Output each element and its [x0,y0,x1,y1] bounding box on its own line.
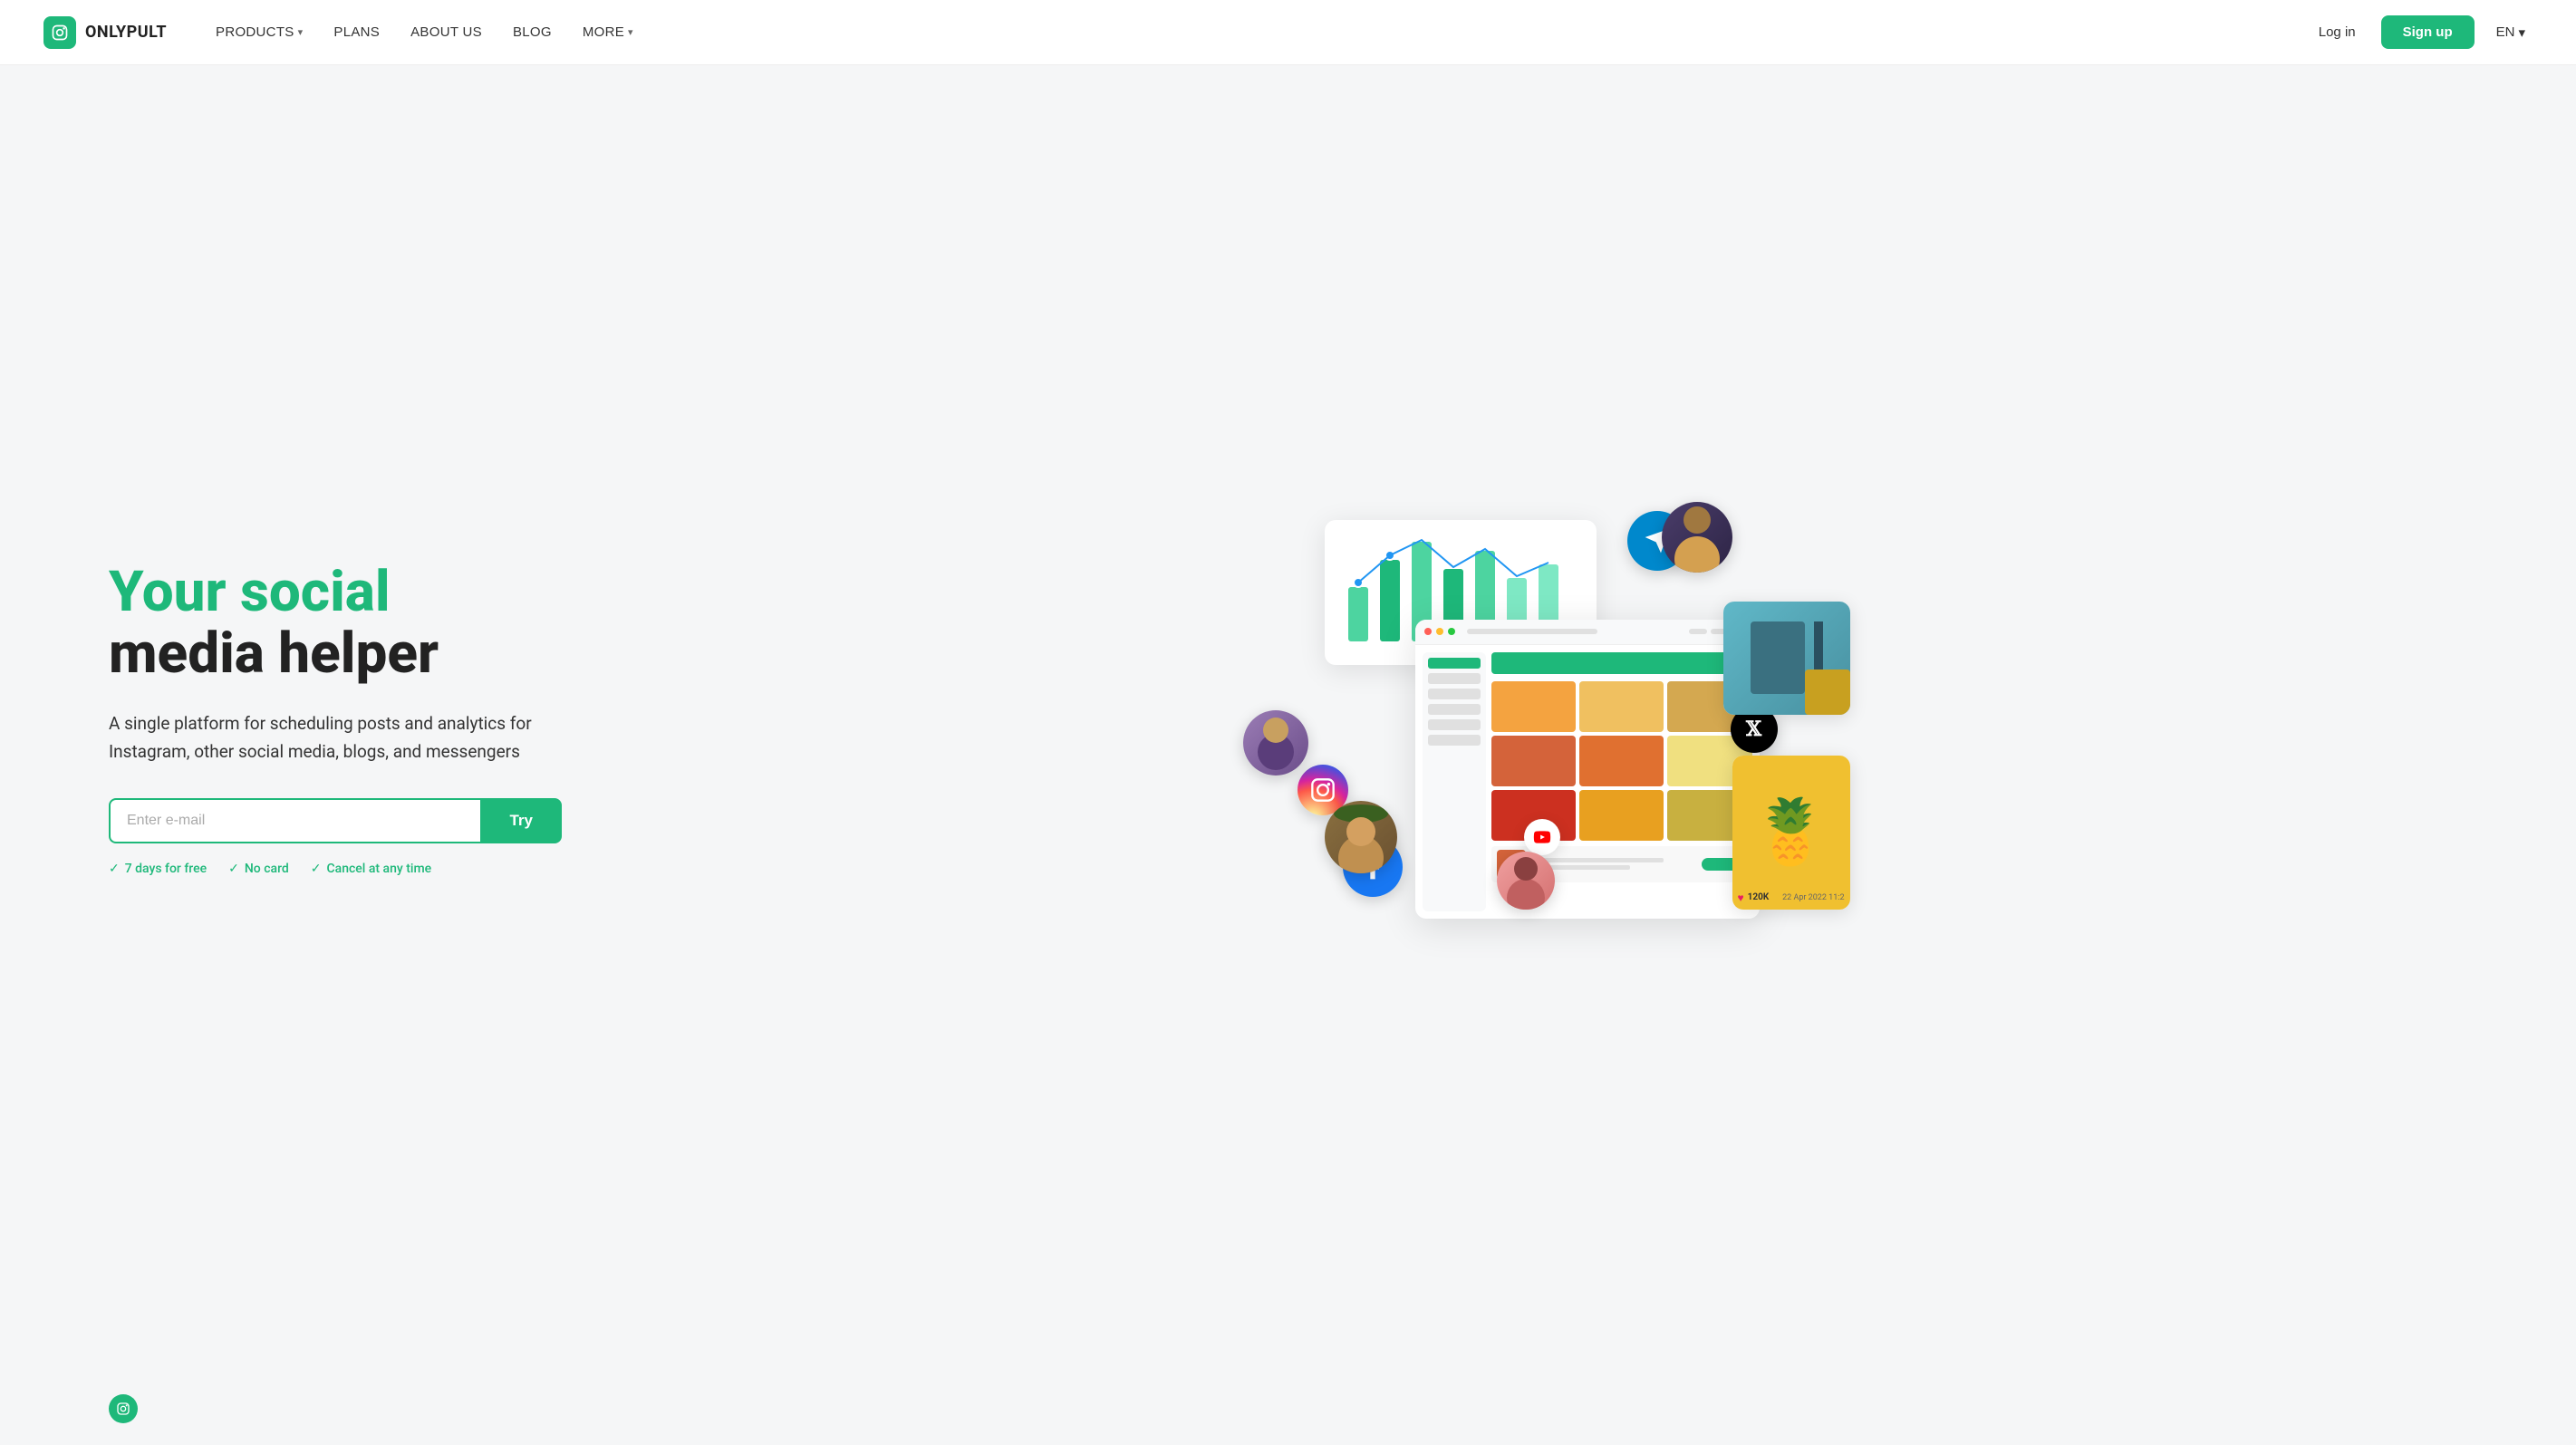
grid-cell-4 [1491,736,1576,786]
dashboard-mockup: 𝕏 [1307,529,1760,910]
maximize-dot [1448,628,1455,635]
youtube-icon [1524,819,1560,855]
navbar-right: Log in Sign up EN ▾ [2308,15,2533,49]
minimize-dot [1436,628,1443,635]
avatar-2 [1662,502,1732,573]
pineapple-card: 🍍 ♥ 120K 22 Apr 2022 11:2 [1732,756,1850,910]
try-button[interactable]: Try [480,798,562,843]
check-icon-2: ✓ [228,862,239,876]
avatar-3 [1497,852,1555,910]
hero-illustration: 𝕏 [562,484,2504,955]
main-dashboard-window [1415,620,1760,919]
more-chevron-icon: ▾ [628,26,633,38]
products-chevron-icon: ▾ [298,26,304,38]
plans-nav[interactable]: PLANS [321,17,392,47]
login-button[interactable]: Log in [2308,17,2367,47]
bottom-icon [109,1394,138,1423]
grid-cell-8 [1579,790,1664,841]
blog-nav[interactable]: BLOG [500,17,564,47]
curtain-card [1723,602,1850,715]
logo[interactable]: ONLYPULT [43,16,167,49]
grid-cell-1 [1491,681,1576,732]
hero-title: Your social media helper [109,562,562,685]
brand-name: ONLYPULT [85,23,167,42]
trust-badges: ✓ 7 days for free ✓ No card ✓ Cancel at … [109,862,562,876]
email-input[interactable] [109,798,480,843]
badge-no-card: ✓ No card [228,862,289,876]
dashboard-body [1415,645,1760,919]
close-dot [1424,628,1432,635]
about-nav[interactable]: ABOUT US [398,17,495,47]
email-form: Try [109,798,562,843]
nav-links: PRODUCTS ▾ PLANS ABOUT US BLOG MORE ▾ [203,17,646,47]
hero-content: Your social media helper A single platfo… [109,562,562,876]
hero-subtitle: A single platform for scheduling posts a… [109,710,562,766]
navbar-left: ONLYPULT PRODUCTS ▾ PLANS ABOUT US BLOG … [43,16,646,49]
lang-chevron-icon: ▾ [2518,24,2525,41]
check-icon-1: ✓ [109,862,120,876]
check-icon-3: ✓ [311,862,322,876]
content-grid [1491,681,1752,841]
logo-icon [43,16,76,49]
badge-cancel: ✓ Cancel at any time [311,862,431,876]
navbar: ONLYPULT PRODUCTS ▾ PLANS ABOUT US BLOG … [0,0,2576,65]
bottom-section [0,1373,2576,1445]
signup-button[interactable]: Sign up [2381,15,2475,49]
avatar-1 [1243,710,1308,775]
products-nav[interactable]: PRODUCTS ▾ [203,17,315,47]
dashboard-header [1415,620,1760,645]
dashboard-sidebar [1423,652,1486,911]
hero-section: Your social media helper A single platfo… [0,65,2576,1373]
grid-cell-2 [1579,681,1664,732]
more-nav[interactable]: MORE ▾ [570,17,646,47]
avatar-hat [1325,801,1397,873]
language-selector[interactable]: EN ▾ [2489,17,2533,48]
dashboard-topbar [1491,652,1752,674]
badge-free-days: ✓ 7 days for free [109,862,207,876]
grid-cell-5 [1579,736,1664,786]
